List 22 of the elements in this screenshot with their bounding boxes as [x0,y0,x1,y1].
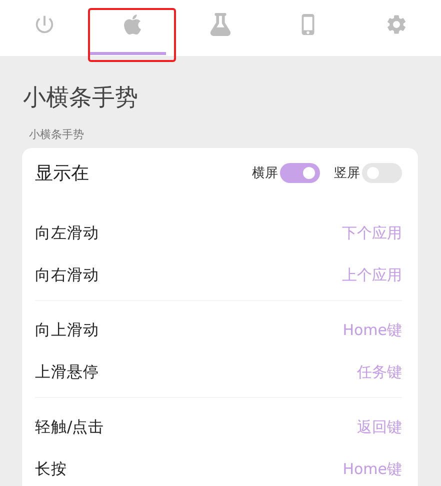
gesture-label: 上滑悬停 [35,362,99,382]
gesture-label: 向左滑动 [35,222,99,244]
action-value[interactable]: 下个应用 [342,224,402,242]
toggle-switch[interactable] [280,163,320,183]
switch-label: 横屏 [252,165,278,182]
gesture-label: 长按 [35,458,67,480]
page-title: 小横条手势 [23,84,139,113]
gesture-label: 轻触/点击 [35,416,104,438]
tab[interactable] [88,8,176,62]
settings-icon [385,13,408,36]
action-value[interactable]: Home键 [342,460,402,478]
action-value[interactable]: 返回键 [357,418,402,436]
toggle-switch[interactable] [362,163,402,183]
switch-label: 竖屏 [334,165,360,182]
section-label: 小横条手势 [29,127,85,142]
display-label: 显示在 [35,162,90,185]
action-value[interactable]: 任务键 [357,362,402,382]
action-value[interactable]: 上个应用 [342,266,402,284]
flask-icon [209,13,232,36]
action-value[interactable]: Home键 [342,320,402,340]
gesture-label: 向右滑动 [35,264,99,286]
gesture-label: 向上滑动 [35,320,99,340]
